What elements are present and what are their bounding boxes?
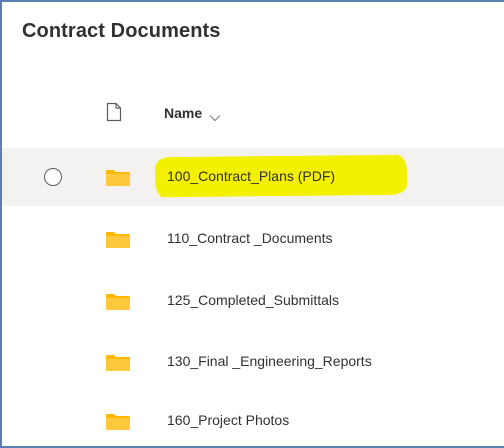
item-name-link[interactable]: 125_Completed_Submittals: [167, 292, 339, 308]
name-column-header[interactable]: Name: [164, 105, 221, 122]
item-name-link[interactable]: 130_Final _Engineering_Reports: [167, 353, 372, 369]
list-item[interactable]: 160_Project Photos: [2, 392, 504, 446]
list-item[interactable]: 125_Completed_Submittals: [2, 272, 504, 330]
chevron-down-icon: [209, 109, 221, 122]
folder-icon: [106, 170, 130, 186]
document-icon[interactable]: [106, 102, 122, 122]
library-title: Contract Documents: [22, 20, 221, 42]
name-column-label: Name: [164, 105, 203, 121]
item-name-link[interactable]: 110_Contract _Documents: [167, 230, 333, 246]
folder-icon: [106, 232, 130, 248]
list-item[interactable]: 130_Final _Engineering_Reports: [2, 333, 504, 391]
item-name-link[interactable]: 100_Contract_Plans (PDF): [167, 168, 335, 184]
folder-icon: [106, 294, 130, 310]
list-item[interactable]: 100_Contract_Plans (PDF): [2, 148, 504, 206]
row-select-checkbox[interactable]: [44, 168, 62, 186]
document-library-panel: Contract Documents Name 100_Contract_Pla…: [0, 0, 504, 448]
list-item[interactable]: 110_Contract _Documents: [2, 210, 504, 268]
column-header-row: Name: [2, 88, 504, 138]
folder-icon: [106, 355, 130, 371]
folder-icon: [106, 414, 130, 430]
item-name-link[interactable]: 160_Project Photos: [167, 412, 289, 428]
